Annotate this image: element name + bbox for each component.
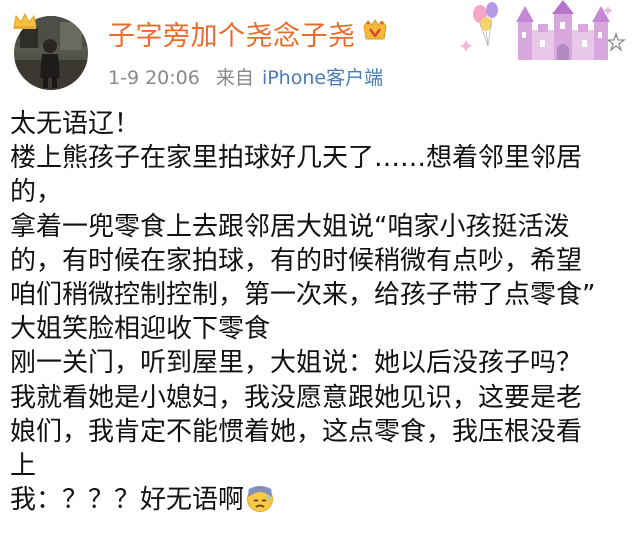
vip-badge-icon[interactable] (361, 18, 389, 42)
avatar-container[interactable] (12, 12, 92, 92)
post-line: 的， (10, 177, 63, 208)
post-last-line: 我：？？？好无语啊 (10, 483, 632, 517)
crown-icon (13, 12, 37, 29)
castle-balloons-decoration (460, 0, 626, 60)
post-line: 咱们稍微控制控制，第一次来，给孩子带了点零食” (10, 280, 596, 311)
post-line: 娘们，我肯定不能惯着她，这点零食，我压根没看 (10, 416, 583, 447)
device-link[interactable]: iPhone客户端 (262, 67, 383, 89)
post-line: 刚一关门，听到屋里，大姐说：她以后没孩子吗？ (10, 348, 583, 379)
post-line: 楼上熊孩子在家里拍球好几天了……想着邻里邻居 (10, 143, 583, 174)
sweat-face-emoji (247, 486, 274, 513)
post-body: 太无语辽！ 楼上熊孩子在家里拍球好几天了……想着邻里邻居 的， 拿着一兜零食上去… (10, 107, 632, 517)
post-line: 太无语辽！ (10, 109, 141, 139)
post-line: 我就看她是小媳妇，我没愿意跟她见识，这要是老 (10, 382, 583, 413)
post-line: 我：？？？好无语啊 (10, 485, 245, 516)
post-line: 拿着一兜零食上去跟邻居大姐说“咱家小孩挺活泼 (10, 211, 570, 242)
post-time: 1-9 20:06 (108, 67, 200, 89)
post-line: 上 (10, 451, 37, 482)
post-line: 大姐笑脸相迎收下零食 (10, 314, 271, 345)
username[interactable]: 子字旁加个尧念子尧 (108, 14, 356, 53)
post-meta: 1-9 20:06 来自 iPhone客户端 (108, 63, 393, 90)
source-prefix: 来自 (215, 67, 254, 89)
post-line: 的，有时候在家拍球，有的时候稍微有点吵，希望 (10, 245, 583, 276)
